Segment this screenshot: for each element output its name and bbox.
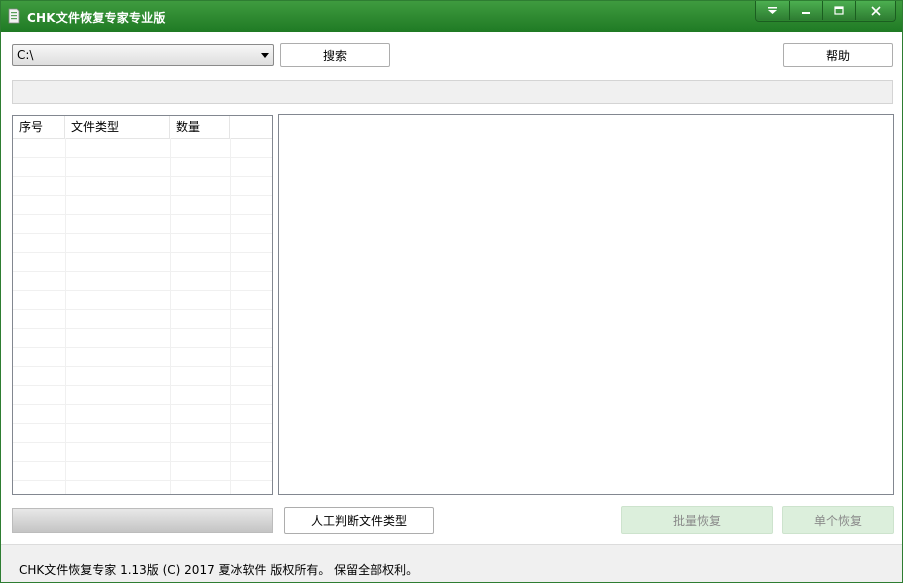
- title-bar[interactable]: CHK文件恢复专家专业版: [1, 1, 902, 32]
- grid-line: [230, 138, 231, 494]
- grid-line: [13, 252, 272, 253]
- grid-line: [13, 385, 272, 386]
- grid-line: [13, 347, 272, 348]
- search-button[interactable]: 搜索: [280, 43, 390, 67]
- single-recover-button[interactable]: 单个恢复: [782, 506, 894, 534]
- grid-line: [13, 233, 272, 234]
- grid-line: [13, 176, 272, 177]
- dropdown-icon: [768, 7, 777, 14]
- grid-line: [13, 480, 272, 481]
- grid-line: [13, 214, 272, 215]
- menu-dropdown-button[interactable]: [756, 1, 789, 20]
- minimize-button[interactable]: [789, 1, 822, 20]
- copyright-text: CHK文件恢复专家 1.13版 (C) 2017 夏冰软件 版权所有。 保留全部…: [19, 563, 419, 577]
- grid-line: [13, 423, 272, 424]
- main-content: C:\ 搜索 帮助 序号 文件类型 数量 人工判断文件类型 批量恢复 单个恢复 …: [1, 32, 902, 582]
- window-title: CHK文件恢复专家专业版: [27, 11, 166, 25]
- column-header-count[interactable]: 数量: [170, 116, 230, 138]
- grid-line: [13, 366, 272, 367]
- grid-line: [13, 157, 272, 158]
- app-window: CHK文件恢复专家专业版 C:\ 搜索 帮助 序号 文件类型 数量 人工判断文件…: [0, 0, 903, 583]
- scan-progress-bar: [12, 80, 893, 104]
- status-bar: CHK文件恢复专家 1.13版 (C) 2017 夏冰软件 版权所有。 保留全部…: [1, 544, 902, 582]
- window-controls: [755, 1, 896, 22]
- grid-line: [65, 138, 66, 494]
- grid-line: [13, 309, 272, 310]
- grid-line: [13, 195, 272, 196]
- grid-line: [13, 442, 272, 443]
- grid-line: [13, 328, 272, 329]
- close-icon: [870, 5, 881, 16]
- batch-recover-button[interactable]: 批量恢复: [621, 506, 773, 534]
- chevron-down-icon: [261, 53, 269, 58]
- grid-line: [13, 290, 272, 291]
- column-header-file-type[interactable]: 文件类型: [65, 116, 170, 138]
- close-button[interactable]: [855, 1, 895, 20]
- list-header: 序号 文件类型 数量: [13, 116, 272, 139]
- preview-pane[interactable]: [278, 114, 894, 495]
- maximize-icon: [834, 6, 844, 15]
- recovery-progress-bar: [12, 508, 273, 533]
- app-icon: [8, 8, 20, 24]
- file-type-list[interactable]: 序号 文件类型 数量: [12, 115, 273, 495]
- help-button[interactable]: 帮助: [783, 43, 893, 67]
- maximize-button[interactable]: [822, 1, 855, 20]
- minimize-icon: [802, 12, 810, 14]
- grid-line: [13, 461, 272, 462]
- grid-line: [170, 138, 171, 494]
- grid-line: [13, 404, 272, 405]
- drive-select-value: C:\: [17, 48, 34, 62]
- drive-select[interactable]: C:\: [12, 44, 274, 66]
- column-header-index[interactable]: 序号: [13, 116, 65, 138]
- manual-detect-type-button[interactable]: 人工判断文件类型: [284, 507, 434, 534]
- grid-line: [13, 271, 272, 272]
